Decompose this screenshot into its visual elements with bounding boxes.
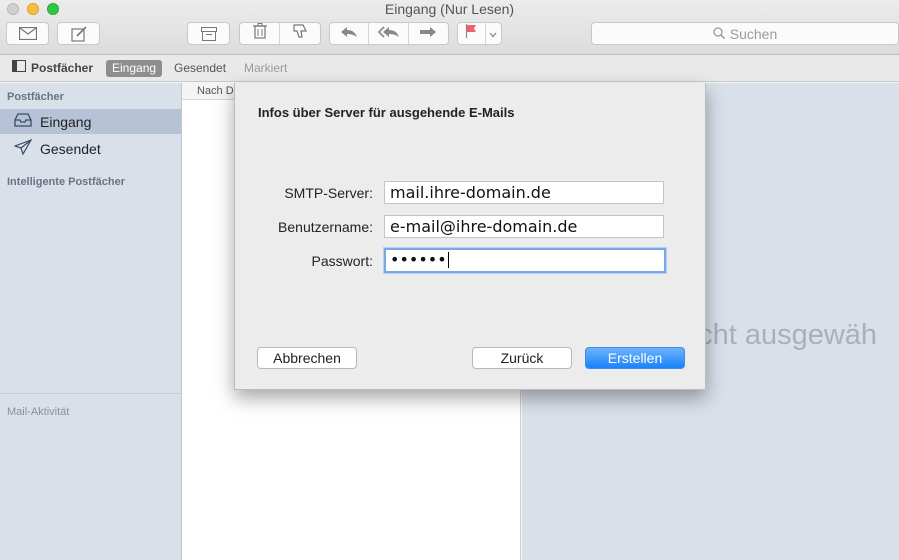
- window-toolbar: Eingang (Nur Lesen) Suchen: [0, 0, 899, 55]
- reply-button[interactable]: [330, 23, 370, 44]
- favorites-sent-button[interactable]: Gesendet: [174, 60, 226, 77]
- text-caret: [447, 252, 449, 268]
- smtp-server-label: SMTP-Server:: [284, 185, 373, 201]
- get-mail-button[interactable]: [6, 22, 49, 45]
- trash-icon: [252, 23, 267, 44]
- forward-icon: [419, 25, 437, 43]
- smtp-server-field[interactable]: mail.ihre-domain.de: [384, 181, 664, 204]
- junk-button[interactable]: [280, 23, 320, 44]
- search-placeholder: Suchen: [729, 25, 778, 42]
- archive-icon: [200, 26, 217, 41]
- sidebar-item-label: Eingang: [40, 113, 92, 130]
- sidebar-item-label: Gesendet: [40, 140, 101, 157]
- forward-button[interactable]: [409, 23, 448, 44]
- chevron-down-icon: [489, 25, 497, 43]
- dialog-title: Infos über Server für ausgehende E-Mails: [258, 105, 515, 120]
- back-button[interactable]: Zurück: [472, 347, 572, 369]
- no-message-selected-text: richt ausgewäh: [682, 319, 878, 351]
- envelope-icon: [18, 27, 37, 40]
- favorites-flagged-button[interactable]: Markiert: [244, 60, 287, 77]
- sidebar-toggle-icon: [12, 60, 31, 77]
- flag-group: [457, 22, 502, 45]
- favorites-mailboxes-label: Postfächer: [31, 61, 94, 75]
- sidebar-item-sent[interactable]: Gesendet: [0, 136, 181, 161]
- username-value: e-mail@ihre-domain.de: [390, 217, 578, 236]
- sidebar-section-mailboxes[interactable]: Postfächer: [7, 91, 64, 103]
- favorites-bar: Postfächer Eingang Gesendet Markiert: [0, 55, 899, 82]
- compose-icon: [70, 25, 87, 42]
- password-label: Passwort:: [311, 253, 373, 269]
- password-field[interactable]: ••••••: [384, 248, 666, 273]
- create-button[interactable]: Erstellen: [585, 347, 685, 369]
- reply-forward-group: [329, 22, 449, 45]
- flag-menu-button[interactable]: [486, 23, 501, 44]
- password-value: ••••••: [390, 250, 447, 269]
- outgoing-server-dialog: Infos über Server für ausgehende E-Mails…: [234, 83, 706, 390]
- archive-button[interactable]: [187, 22, 230, 45]
- search-field[interactable]: Suchen: [591, 22, 899, 45]
- favorites-inbox-button[interactable]: Eingang: [106, 60, 163, 77]
- favorites-mailboxes-button[interactable]: Postfächer: [12, 60, 93, 77]
- reply-all-button[interactable]: [369, 23, 409, 44]
- compose-button[interactable]: [57, 22, 100, 45]
- flag-icon: [465, 24, 477, 43]
- window-title: Eingang (Nur Lesen): [384, 1, 515, 17]
- sidebar-section-smart-mailboxes[interactable]: Intelligente Postfächer: [7, 176, 125, 188]
- sidebar-section-mail-activity: Mail-Aktivität: [7, 406, 70, 418]
- smtp-server-value: mail.ihre-domain.de: [390, 183, 551, 202]
- flag-button[interactable]: [458, 23, 486, 44]
- cancel-button[interactable]: Abbrechen: [257, 347, 357, 369]
- paper-plane-icon: [0, 138, 40, 158]
- sidebar-item-inbox[interactable]: Eingang: [0, 109, 181, 134]
- reply-all-icon: [377, 25, 400, 43]
- sidebar-divider: [0, 393, 181, 394]
- reply-icon: [340, 25, 358, 43]
- inbox-icon: [0, 113, 40, 130]
- delete-junk-group: [239, 22, 321, 45]
- thumbs-down-icon: [292, 23, 308, 44]
- username-label: Benutzername:: [278, 219, 373, 235]
- sidebar: Postfächer Eingang Gesendet Intelligente…: [0, 83, 182, 560]
- delete-button[interactable]: [240, 23, 281, 44]
- search-icon: [713, 26, 730, 42]
- username-field[interactable]: e-mail@ihre-domain.de: [384, 215, 664, 238]
